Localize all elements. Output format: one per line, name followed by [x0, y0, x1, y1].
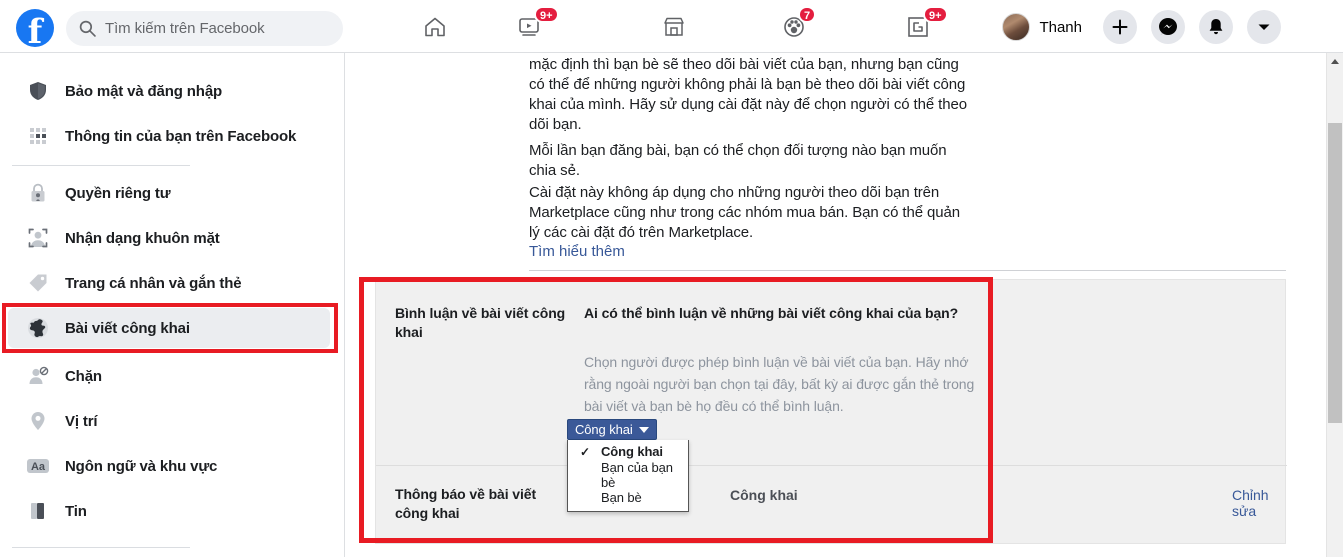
sidebar-item-face-recognition[interactable]: Nhận dạng khuôn mặt [8, 218, 330, 258]
dropdown-option-friends-of-friends[interactable]: Bạn của bạn bè [568, 460, 688, 490]
edit-link[interactable]: Chỉnh sửa [1232, 487, 1287, 519]
learn-more-link[interactable]: Tìm hiểu thêm [529, 243, 625, 260]
stories-book-icon [24, 497, 52, 525]
create-plus-button[interactable] [1103, 10, 1137, 44]
chevron-down-icon [1258, 24, 1270, 30]
sidebar-item-label: Thông tin của bạn trên Facebook [65, 127, 297, 145]
setting-row-question: Ai có thể bình luận về những bài viết cô… [584, 305, 959, 321]
watch-badge: 9+ [534, 6, 559, 23]
nav-watch-button[interactable]: 9+ [503, 6, 559, 46]
sidebar-item-label: Nhận dạng khuôn mặt [65, 229, 220, 247]
sidebar-item-security[interactable]: Bảo mật và đăng nhập [8, 71, 330, 111]
dropdown-option-label: Bạn của bạn bè [601, 459, 673, 490]
location-pin-icon [24, 407, 52, 435]
lock-icon [24, 179, 52, 207]
account-menu-button[interactable] [1247, 10, 1281, 44]
setting-row-description: Chọn người được phép bình luận về bài vi… [584, 354, 975, 414]
sidebar-divider-1 [12, 165, 190, 166]
block-user-icon [24, 362, 52, 390]
content-divider [529, 270, 1286, 271]
audience-selector-button[interactable]: Công khai [567, 419, 657, 440]
nav-gaming-button[interactable]: 9+ [892, 6, 948, 46]
messenger-button[interactable] [1151, 10, 1185, 44]
sidebar-item-location[interactable]: Vị trí [8, 401, 330, 441]
sidebar-item-label: Bài viết công khai [65, 319, 190, 337]
vertical-scrollbar[interactable] [1326, 53, 1343, 557]
dropdown-option-label: Bạn bè [601, 490, 642, 505]
groups-badge: 7 [798, 6, 817, 23]
sidebar-item-label: Bảo mật và đăng nhập [65, 82, 223, 100]
search-icon [79, 20, 96, 37]
setting-row-value: Công khai [730, 487, 798, 503]
nav-groups-button[interactable]: 7 [768, 6, 820, 46]
paragraph-marketplace-note: Cài đặt này không áp dụng cho những ngườ… [529, 184, 960, 241]
sidebar-item-privacy[interactable]: Quyền riêng tư [8, 173, 330, 213]
audience-dropdown-menu[interactable]: ✓ Công khai Bạn của bạn bè Bạn bè [567, 440, 689, 512]
top-navigation-bar: f Tìm kiếm trên Facebook 9+ 7 9+ Thanh [0, 0, 1343, 53]
notifications-button[interactable] [1199, 10, 1233, 44]
facebook-logo-glyph: f [27, 12, 43, 47]
paragraph-audience-choice: Mỗi lần bạn đăng bài, bạn có thể chọn đố… [529, 142, 947, 179]
sidebar-item-label: Trang cá nhân và gắn thẻ [65, 274, 242, 292]
sidebar-item-public-posts[interactable]: Bài viết công khai [8, 308, 330, 348]
profile-name: Thanh [1039, 18, 1082, 36]
setting-row-title: Bình luận về bài viết công khai [395, 305, 566, 340]
triangle-up-icon [1331, 59, 1339, 64]
sidebar-item-label: Chặn [65, 367, 102, 385]
audience-selector-label: Công khai [575, 422, 633, 437]
public-posts-settings-card: Bình luận về bài viết công khai Ai có th… [375, 279, 1287, 544]
sidebar-item-label: Tin [65, 502, 87, 520]
main-content-area: mặc định thì bạn bè sẽ theo dõi bài viết… [346, 53, 1321, 557]
sidebar-item-stories[interactable]: Tin [8, 491, 330, 531]
sidebar-item-label: Vị trí [65, 412, 98, 430]
checkmark-icon: ✓ [580, 444, 590, 459]
sidebar-divider-2 [12, 547, 190, 548]
facebook-logo[interactable]: f [16, 9, 54, 47]
paragraph-follow-settings: mặc định thì bạn bè sẽ theo dõi bài viết… [529, 56, 967, 133]
scroll-up-button[interactable] [1327, 53, 1343, 70]
tag-profile-icon [24, 269, 52, 297]
bell-notification-icon [1209, 19, 1223, 35]
settings-sidebar: Bảo mật và đăng nhập Thông tin của bạn t… [0, 53, 345, 557]
search-input[interactable]: Tìm kiếm trên Facebook [66, 11, 343, 46]
svg-text:Aa: Aa [31, 461, 46, 473]
shield-icon [24, 77, 52, 105]
nav-marketplace-button[interactable] [648, 8, 700, 46]
setting-row-title: Thông báo về bài viết công khai [395, 486, 537, 521]
nav-home-button[interactable] [409, 8, 461, 46]
language-aa-icon: Aa [24, 452, 52, 480]
sidebar-item-blocking[interactable]: Chặn [8, 356, 330, 396]
plus-icon [1112, 19, 1128, 35]
search-placeholder: Tìm kiếm trên Facebook [105, 20, 265, 37]
sidebar-item-label: Quyền riêng tư [65, 184, 171, 202]
card-row-separator [376, 465, 1287, 466]
caret-down-icon [638, 426, 649, 433]
dropdown-option-label: Công khai [601, 444, 663, 459]
dropdown-option-friends[interactable]: Bạn bè [568, 486, 688, 509]
face-recognition-icon [24, 224, 52, 252]
globe-icon [24, 314, 52, 342]
profile-chip[interactable]: Thanh [1002, 10, 1082, 44]
avatar [1002, 13, 1031, 41]
messenger-icon [1159, 18, 1177, 35]
scrollbar-thumb[interactable] [1328, 123, 1342, 423]
sidebar-item-language-region[interactable]: Aa Ngôn ngữ và khu vực [8, 446, 330, 486]
sidebar-item-your-information[interactable]: Thông tin của bạn trên Facebook [8, 116, 330, 156]
sidebar-item-profile-tagging[interactable]: Trang cá nhân và gắn thẻ [8, 263, 330, 303]
sidebar-item-label: Ngôn ngữ và khu vực [65, 457, 218, 475]
gaming-badge: 9+ [923, 6, 948, 23]
grid-dots-icon [24, 122, 52, 150]
